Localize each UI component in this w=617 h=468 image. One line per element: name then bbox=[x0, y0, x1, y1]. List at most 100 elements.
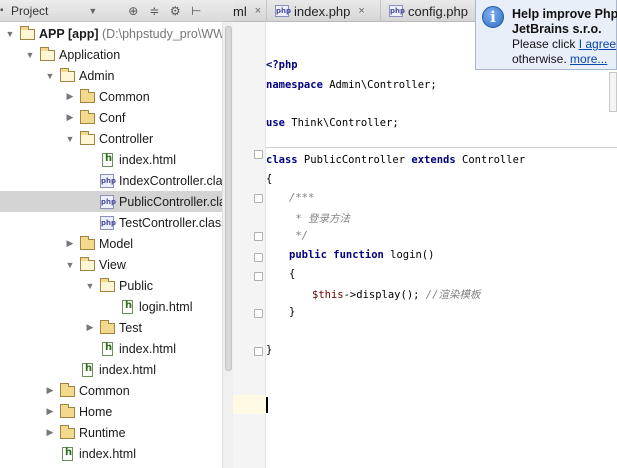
collapse-arrow-icon[interactable]: ▶ bbox=[64, 112, 76, 123]
agree-link[interactable]: I agree bbox=[579, 37, 616, 51]
tree-row-label: PublicController.cla bbox=[119, 194, 222, 209]
tree-row[interactable]: ▶phpPublicController.cla bbox=[0, 191, 222, 212]
code-line: } bbox=[266, 344, 272, 356]
tree-row[interactable]: ▼ Application bbox=[0, 44, 222, 65]
fold-marker-icon[interactable] bbox=[254, 232, 263, 241]
php-file-icon: php bbox=[275, 5, 292, 17]
project-tree: ▼ APP [app] (D:\phpstudy_pro\WW ▼ Applicati… bbox=[0, 22, 222, 468]
close-icon[interactable]: × bbox=[358, 5, 364, 17]
gear-icon[interactable]: ⚙ bbox=[169, 4, 181, 18]
folder-icon bbox=[60, 67, 76, 83]
folder-shape bbox=[20, 25, 35, 40]
tree-scrollbar[interactable] bbox=[222, 22, 233, 468]
fold-marker-icon[interactable] bbox=[254, 272, 263, 281]
tree-row[interactable]: ▶ Runtime bbox=[0, 422, 222, 443]
expand-arrow-icon[interactable]: ▼ bbox=[4, 29, 16, 39]
tree-row[interactable]: ▶ Home bbox=[0, 401, 222, 422]
code-editor[interactable]: <?php namespace Admin\Controller; use Th… bbox=[266, 22, 617, 468]
tree-row-label: index.html bbox=[79, 446, 136, 461]
tree-row[interactable]: ▼ Admin bbox=[0, 65, 222, 86]
html-file-shape bbox=[102, 152, 113, 167]
expand-arrow-icon[interactable]: ▼ bbox=[24, 50, 36, 60]
folder-shape bbox=[100, 319, 115, 334]
tree-row-label: Common bbox=[99, 89, 150, 104]
php-file-icon: php bbox=[100, 194, 116, 209]
php-file-shape: php bbox=[100, 215, 116, 230]
html-file-shape bbox=[82, 362, 93, 377]
collapse-arrow-icon[interactable]: ▶ bbox=[64, 91, 76, 102]
target-icon[interactable]: ⊕ bbox=[127, 4, 139, 18]
tree-row[interactable]: ▶phpTestController.class bbox=[0, 212, 222, 233]
notification-title: Help improve Php bbox=[512, 7, 617, 21]
comment: /*** bbox=[289, 192, 315, 204]
editor-scroll-marker[interactable] bbox=[609, 72, 617, 112]
close-icon[interactable]: × bbox=[255, 5, 261, 17]
fold-marker-icon[interactable] bbox=[254, 347, 263, 356]
code-line: public function login() bbox=[289, 249, 434, 261]
collapse-arrow-icon[interactable]: ▶ bbox=[44, 427, 56, 438]
fold-marker-icon[interactable] bbox=[254, 150, 263, 159]
tree-row[interactable]: ▼ Controller bbox=[0, 128, 222, 149]
html-file-icon bbox=[120, 299, 136, 314]
tree-row[interactable]: ▶ Common bbox=[0, 380, 222, 401]
comment: * 登录方法 bbox=[289, 213, 350, 225]
tree-row[interactable]: ▼ APP [app] (D:\phpstudy_pro\WW bbox=[0, 23, 222, 44]
keyword: use bbox=[266, 117, 285, 129]
php-file-icon: php bbox=[389, 5, 406, 17]
tab-index-php[interactable]: php index.php × bbox=[269, 0, 381, 22]
fold-marker-icon[interactable] bbox=[254, 253, 263, 262]
panel-side-icon[interactable]: ▪ bbox=[0, 0, 8, 22]
chevron-down-icon[interactable]: ▼ bbox=[88, 6, 97, 16]
folder-shape bbox=[40, 46, 55, 61]
code-line: /*** bbox=[289, 192, 314, 204]
tree-row[interactable]: ▶ Conf bbox=[0, 107, 222, 128]
html-file-shape bbox=[102, 341, 113, 356]
fold-marker-icon[interactable] bbox=[254, 309, 263, 318]
tree-scrollbar-thumb[interactable] bbox=[225, 26, 232, 371]
expand-arrow-icon[interactable]: ▼ bbox=[64, 260, 76, 270]
tree-row[interactable]: ▶ Model bbox=[0, 233, 222, 254]
html-file-shape bbox=[62, 446, 73, 461]
tree-row-label: Public bbox=[119, 278, 154, 293]
code-line: namespace Admin\Controller; bbox=[266, 79, 437, 91]
expand-arrow-icon[interactable]: ▼ bbox=[64, 134, 76, 144]
tab-config-php[interactable]: php config.php bbox=[383, 0, 483, 22]
tree-row-label: Test bbox=[119, 320, 142, 335]
collapse-icon[interactable]: ≑ bbox=[148, 4, 160, 18]
tree-row-label: TestController.class bbox=[119, 215, 222, 230]
folder-shape bbox=[60, 67, 75, 82]
tree-row[interactable]: ▼ View bbox=[0, 254, 222, 275]
tree-row[interactable]: ▶ Common bbox=[0, 86, 222, 107]
html-file-icon bbox=[80, 362, 96, 377]
tab-html[interactable]: ml × bbox=[227, 0, 267, 22]
folder-shape bbox=[100, 277, 115, 292]
collapse-arrow-icon[interactable]: ▶ bbox=[64, 238, 76, 249]
code-text: ->display(); bbox=[343, 289, 426, 301]
tree-row-label: Controller bbox=[99, 131, 154, 146]
expand-arrow-icon[interactable]: ▼ bbox=[44, 71, 56, 81]
tree-row[interactable]: ▶index.html bbox=[0, 359, 222, 380]
more-link[interactable]: more... bbox=[570, 52, 607, 66]
tree-row[interactable]: ▶phpIndexController.clas bbox=[0, 170, 222, 191]
notification-text: Please click I agree bbox=[512, 37, 616, 51]
tree-row[interactable]: ▶index.html bbox=[0, 149, 222, 170]
collapse-arrow-icon[interactable]: ▶ bbox=[44, 406, 56, 417]
comment: //渲染模板 bbox=[425, 289, 481, 301]
hide-panel-icon[interactable]: ⊢ bbox=[190, 4, 202, 18]
tree-row[interactable]: ▼ Public bbox=[0, 275, 222, 296]
tree-row[interactable]: ▶ Test bbox=[0, 317, 222, 338]
expand-arrow-icon[interactable]: ▼ bbox=[84, 281, 96, 291]
php-file-icon: php bbox=[100, 215, 116, 230]
fold-marker-icon[interactable] bbox=[254, 194, 263, 203]
tree-row[interactable]: ▶index.html bbox=[0, 443, 222, 464]
code-line: { bbox=[289, 268, 295, 280]
notification-balloon[interactable]: i Help improve Php JetBrains s.r.o. Plea… bbox=[475, 0, 617, 70]
project-panel-title[interactable]: Project bbox=[11, 4, 48, 18]
tree-row-label: login.html bbox=[139, 299, 193, 314]
tree-row[interactable]: ▶index.html bbox=[0, 338, 222, 359]
folder-shape bbox=[80, 109, 95, 124]
folder-icon bbox=[60, 382, 76, 398]
collapse-arrow-icon[interactable]: ▶ bbox=[84, 322, 96, 333]
collapse-arrow-icon[interactable]: ▶ bbox=[44, 385, 56, 396]
tree-row[interactable]: ▶login.html bbox=[0, 296, 222, 317]
